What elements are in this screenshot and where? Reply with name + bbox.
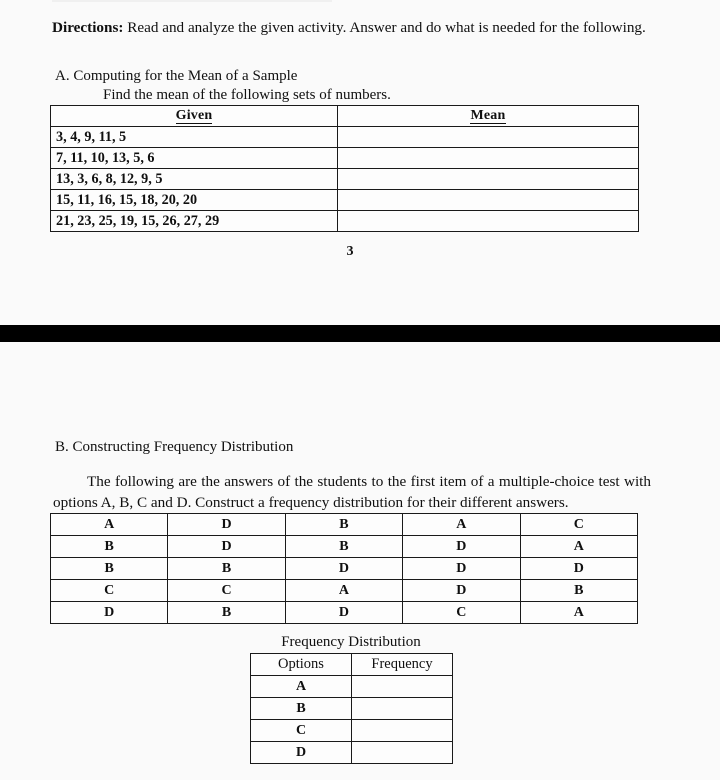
column-header-mean: Mean bbox=[337, 105, 639, 127]
mean-table: Given Mean 3, 4, 9, 11, 5 7, 11, 10, 13,… bbox=[50, 105, 639, 232]
table-row: C C A D B bbox=[49, 579, 639, 602]
table-row: 15, 11, 16, 15, 18, 20, 20 bbox=[50, 189, 639, 211]
table-row: C bbox=[250, 719, 453, 742]
table-row: 21, 23, 25, 19, 15, 26, 27, 29 bbox=[50, 210, 639, 232]
answer-cell: B bbox=[49, 535, 169, 558]
answer-cell: B bbox=[519, 579, 639, 602]
section-a-title: A. Computing for the Mean of a Sample bbox=[55, 68, 298, 84]
directions-paragraph: Directions: Read and analyze the given a… bbox=[52, 17, 652, 38]
given-cell: 3, 4, 9, 11, 5 bbox=[50, 126, 338, 148]
worksheet-page: Directions: Read and analyze the given a… bbox=[0, 0, 720, 780]
table-row: B B D D D bbox=[49, 557, 639, 580]
table-header-row: Given Mean bbox=[50, 105, 639, 127]
given-cell: 21, 23, 25, 19, 15, 26, 27, 29 bbox=[50, 210, 338, 232]
answer-cell: A bbox=[284, 579, 404, 602]
mean-answer-cell[interactable] bbox=[337, 168, 639, 190]
table-row: A bbox=[250, 675, 453, 698]
directions-text: Read and analyze the given activity. Ans… bbox=[123, 19, 646, 37]
column-header-frequency: Frequency bbox=[351, 653, 453, 676]
option-cell: C bbox=[250, 719, 352, 742]
answer-cell: B bbox=[284, 535, 404, 558]
answer-cell: C bbox=[49, 579, 169, 602]
given-cell: 13, 3, 6, 8, 12, 9, 5 bbox=[50, 168, 338, 190]
answer-cell: B bbox=[49, 557, 169, 580]
directions-label: Directions: bbox=[52, 19, 124, 37]
option-cell: D bbox=[250, 741, 352, 764]
answer-cell: B bbox=[284, 513, 404, 536]
frequency-distribution-caption: Frequency Distribution bbox=[281, 634, 421, 650]
option-cell: A bbox=[250, 675, 352, 698]
table-row: B D B D A bbox=[49, 535, 639, 558]
column-header-given-label: Given bbox=[175, 108, 213, 124]
answer-cell: A bbox=[402, 513, 521, 536]
answer-cell: D bbox=[402, 579, 521, 602]
answer-cell: C bbox=[519, 513, 639, 536]
table-row: 7, 11, 10, 13, 5, 6 bbox=[50, 147, 639, 169]
clipped-line-artifact bbox=[52, 0, 332, 2]
answer-cell: D bbox=[284, 601, 404, 624]
frequency-answer-cell[interactable] bbox=[351, 719, 453, 742]
frequency-answer-cell[interactable] bbox=[351, 741, 453, 764]
answer-cell: D bbox=[519, 557, 639, 580]
answer-cell: C bbox=[167, 579, 286, 602]
frequency-answer-cell[interactable] bbox=[351, 697, 453, 720]
page-separator-band bbox=[0, 325, 720, 342]
mean-answer-cell[interactable] bbox=[337, 189, 639, 211]
answer-cell: A bbox=[49, 513, 169, 536]
frequency-answer-cell[interactable] bbox=[351, 675, 453, 698]
given-cell: 7, 11, 10, 13, 5, 6 bbox=[50, 147, 338, 169]
mean-answer-cell[interactable] bbox=[337, 147, 639, 169]
answer-cell: A bbox=[519, 601, 639, 624]
mean-answer-cell[interactable] bbox=[337, 210, 639, 232]
column-header-mean-label: Mean bbox=[470, 108, 506, 124]
answer-cell: D bbox=[167, 513, 286, 536]
table-row: 13, 3, 6, 8, 12, 9, 5 bbox=[50, 168, 639, 190]
table-row: B bbox=[250, 697, 453, 720]
mean-answer-cell[interactable] bbox=[337, 126, 639, 148]
column-header-options: Options bbox=[250, 653, 352, 676]
table-row: 3, 4, 9, 11, 5 bbox=[50, 126, 639, 148]
table-row: D B D C A bbox=[49, 601, 639, 624]
table-row: A D B A C bbox=[49, 513, 639, 536]
section-b-body: The following are the answers of the stu… bbox=[53, 473, 651, 511]
table-row: D bbox=[250, 741, 453, 764]
table-header-row: Options Frequency bbox=[250, 653, 453, 676]
answer-cell: D bbox=[49, 601, 169, 624]
answer-cell: B bbox=[167, 601, 286, 624]
student-answers-grid: A D B A C B D B D A B B D D D C C A D B … bbox=[49, 513, 639, 624]
page-number: 3 bbox=[346, 244, 354, 259]
answer-cell: D bbox=[402, 535, 521, 558]
frequency-distribution-table: Options Frequency A B C D bbox=[250, 653, 453, 764]
given-cell: 15, 11, 16, 15, 18, 20, 20 bbox=[50, 189, 338, 211]
option-cell: B bbox=[250, 697, 352, 720]
section-b-title: B. Constructing Frequency Distribution bbox=[55, 439, 294, 455]
answer-cell: D bbox=[284, 557, 404, 580]
answer-cell: A bbox=[519, 535, 639, 558]
answer-cell: B bbox=[167, 557, 286, 580]
answer-cell: D bbox=[167, 535, 286, 558]
answer-cell: C bbox=[402, 601, 521, 624]
answer-cell: D bbox=[402, 557, 521, 580]
section-a-instruction: Find the mean of the following sets of n… bbox=[103, 87, 391, 103]
column-header-given: Given bbox=[50, 105, 338, 127]
